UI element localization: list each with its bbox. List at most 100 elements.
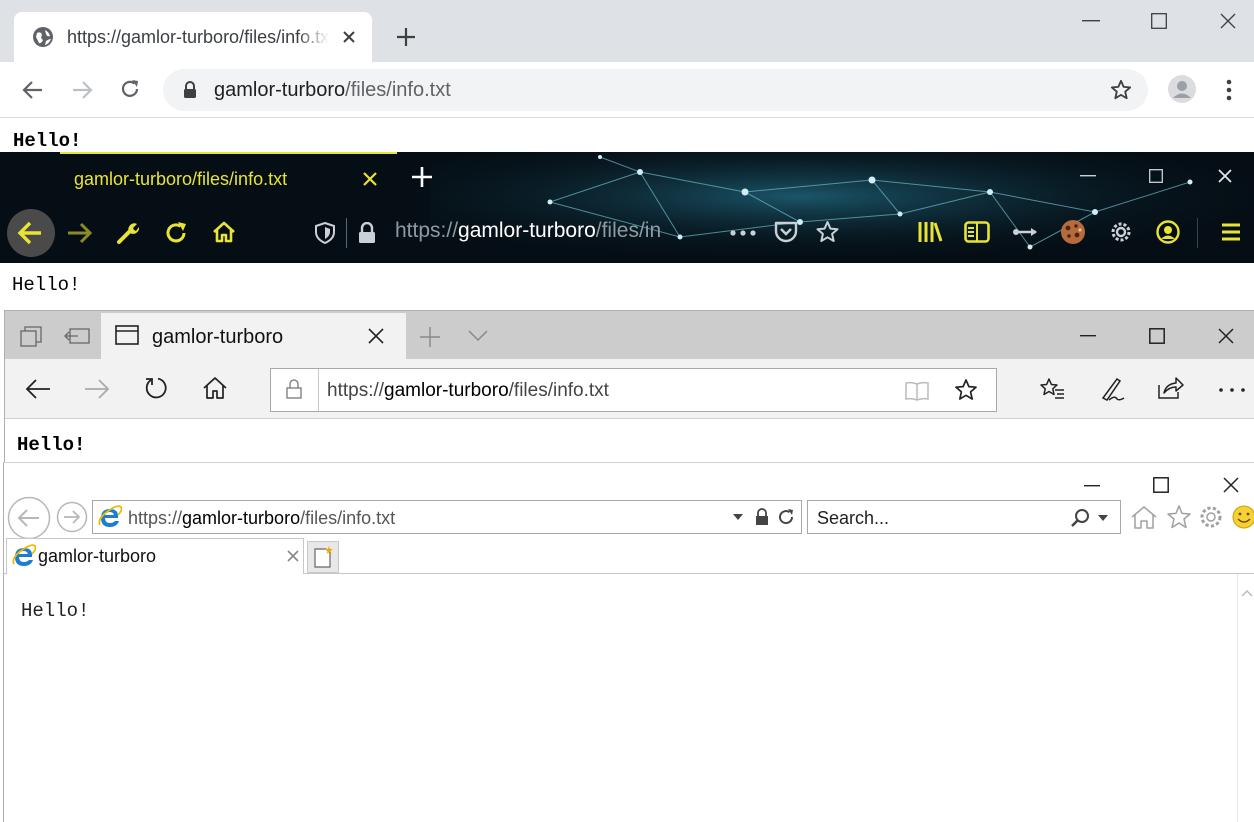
reading-view-icon[interactable] <box>905 381 929 401</box>
forward-icon[interactable] <box>56 501 88 533</box>
gear-icon[interactable] <box>1199 505 1223 529</box>
reload-icon[interactable] <box>164 221 188 245</box>
cookie-icon[interactable] <box>1060 219 1086 245</box>
maximize-icon[interactable] <box>1151 13 1167 29</box>
star-icon[interactable] <box>1166 505 1192 529</box>
minimize-icon[interactable] <box>1084 485 1100 487</box>
plus-icon[interactable] <box>395 26 417 48</box>
more-icon[interactable] <box>1219 388 1245 392</box>
chevron-down-icon[interactable] <box>468 330 488 342</box>
menu-icon[interactable] <box>1226 79 1232 101</box>
edge-tab-title: gamlor-turboro <box>152 326 284 348</box>
ie-page: Hello! <box>4 574 1254 822</box>
ie-logo-icon <box>98 505 122 529</box>
chrome-toolbar: gamlor-turboro/files/info.txt <box>0 62 1254 118</box>
separator <box>318 369 319 411</box>
window-close-icon[interactable] <box>1220 13 1236 29</box>
forward-icon[interactable] <box>84 378 110 400</box>
omnibox[interactable]: gamlor-turboro/files/info.txt <box>163 69 1148 111</box>
edge-page-text: Hello! <box>17 434 86 456</box>
network-background-graphic <box>430 152 1254 263</box>
account-icon[interactable] <box>1156 220 1180 244</box>
minimize-icon[interactable] <box>1082 20 1100 22</box>
ie-tab-title: gamlor-turboro <box>38 546 157 566</box>
search-icon[interactable] <box>1070 508 1090 528</box>
chrome-window: https://gamlor-turboro/files/info.txt ga… <box>0 0 1254 152</box>
firefox-url[interactable]: https://gamlor-turboro/files/in <box>395 219 680 243</box>
star-icon[interactable] <box>815 220 840 244</box>
dropdown-icon[interactable] <box>733 514 743 520</box>
back-icon[interactable] <box>6 208 56 258</box>
back-icon[interactable] <box>25 378 51 400</box>
ie-scrollbar[interactable] <box>1237 574 1254 822</box>
more-icon[interactable] <box>729 230 757 236</box>
chevron-up-icon[interactable] <box>1241 589 1253 597</box>
separator <box>1197 218 1198 248</box>
back-icon[interactable] <box>7 496 51 540</box>
set-aside-icon[interactable] <box>64 327 90 345</box>
lock-icon <box>183 81 197 99</box>
pocket-icon[interactable] <box>774 221 798 243</box>
plus-icon[interactable] <box>411 166 433 188</box>
dropdown-icon[interactable] <box>1098 515 1108 521</box>
ie-search-box[interactable]: Search... <box>807 500 1121 534</box>
reader-icon[interactable] <box>964 221 990 243</box>
chrome-tab-title: https://gamlor-turboro/files/info.txt <box>67 27 329 47</box>
new-tab-button[interactable] <box>307 541 339 573</box>
lock-icon <box>286 379 302 399</box>
avatar-icon[interactable] <box>1168 75 1196 103</box>
chrome-tab[interactable]: https://gamlor-turboro/files/info.txt <box>14 12 372 62</box>
window-close-icon[interactable] <box>1218 169 1232 183</box>
maximize-icon[interactable] <box>1153 477 1169 493</box>
ie-tab-row: gamlor-turboro <box>4 538 1254 574</box>
extension-icon[interactable] <box>1012 227 1040 237</box>
firefox-page-text: Hello! <box>12 274 81 296</box>
gear-icon[interactable] <box>1110 221 1132 243</box>
maximize-icon[interactable] <box>1149 328 1165 344</box>
reload-icon[interactable] <box>119 78 141 100</box>
minimize-icon[interactable] <box>1080 175 1096 177</box>
home-icon[interactable] <box>203 376 227 400</box>
window-close-icon[interactable] <box>1223 477 1239 493</box>
close-icon[interactable] <box>341 29 357 45</box>
ie-logo-icon <box>12 544 36 568</box>
tab-preview-icon[interactable] <box>20 326 42 348</box>
shield-icon[interactable] <box>315 222 335 244</box>
home-icon[interactable] <box>212 220 236 244</box>
ie-url: https://gamlor-turboro/files/info.txt <box>128 508 396 528</box>
star-icon[interactable] <box>954 378 978 402</box>
home-icon[interactable] <box>1131 505 1157 529</box>
ie-address-bar[interactable]: https://gamlor-turboro/files/info.txt <box>92 500 802 534</box>
close-icon[interactable] <box>362 171 378 187</box>
back-icon[interactable] <box>22 79 44 101</box>
plus-icon[interactable] <box>420 327 440 347</box>
maximize-icon[interactable] <box>1149 169 1163 183</box>
menu-icon[interactable] <box>1221 222 1241 242</box>
firefox-window: gamlor-turboro/files/info.txt https://ga… <box>0 152 1254 310</box>
globe-icon <box>32 26 54 48</box>
wrench-icon[interactable] <box>116 221 140 245</box>
close-icon[interactable] <box>368 328 384 344</box>
firefox-tab-title: gamlor-turboro/files/info.txt <box>74 169 288 189</box>
library-icon[interactable] <box>917 220 943 244</box>
ie-tab[interactable]: gamlor-turboro <box>6 538 304 574</box>
window-close-icon[interactable] <box>1218 328 1234 344</box>
reload-icon[interactable] <box>144 376 168 400</box>
lock-icon[interactable] <box>755 508 769 526</box>
star-icon[interactable] <box>1110 79 1132 101</box>
edge-address-bar[interactable]: https://gamlor-turboro/files/info.txt <box>270 368 997 412</box>
share-icon[interactable] <box>1158 376 1184 400</box>
firefox-tab[interactable]: gamlor-turboro/files/info.txt <box>60 152 397 202</box>
smiley-icon[interactable] <box>1232 505 1254 529</box>
search-placeholder: Search... <box>817 508 890 528</box>
edge-tab[interactable]: gamlor-turboro <box>101 313 406 359</box>
pen-icon[interactable] <box>1099 376 1125 402</box>
refresh-icon[interactable] <box>777 508 795 526</box>
new-tab-icon <box>314 546 334 568</box>
close-icon[interactable] <box>287 550 299 562</box>
favorites-icon[interactable] <box>1039 377 1065 401</box>
forward-icon[interactable] <box>71 79 93 101</box>
minimize-icon[interactable] <box>1080 335 1096 337</box>
forward-icon[interactable] <box>67 222 93 244</box>
chrome-tab-strip: https://gamlor-turboro/files/info.txt <box>0 0 1254 62</box>
